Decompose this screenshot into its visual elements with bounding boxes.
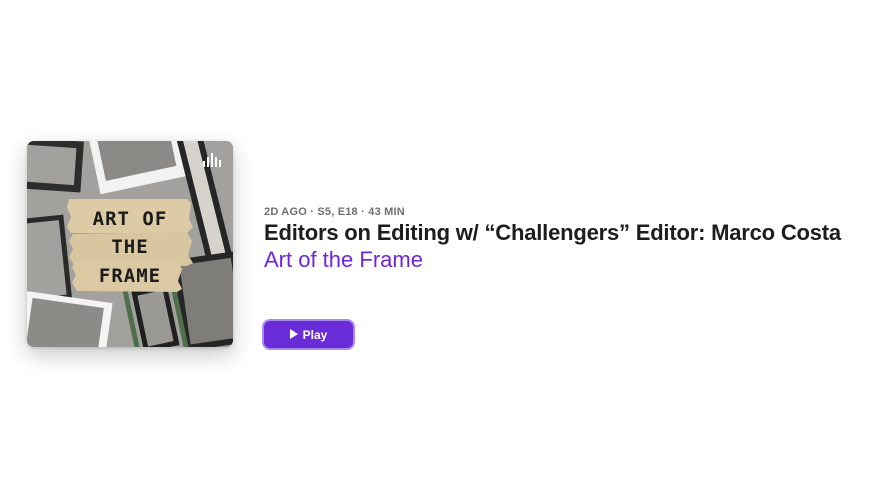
play-button-label: Play [302, 327, 328, 342]
artwork-title-line-2: THE [111, 236, 148, 258]
play-icon [289, 329, 298, 339]
episode-card: ART OF THE FRAME 2D AGO · S5, E18 · 43 M… [0, 0, 883, 483]
episode-title: Editors on Editing w/ “Challengers” Edit… [264, 220, 841, 245]
artwork-title-line-3: FRAME [99, 265, 161, 287]
show-name-link[interactable]: Art of the Frame [264, 247, 423, 273]
podcast-artwork[interactable]: ART OF THE FRAME [27, 141, 233, 347]
artwork-image: ART OF THE FRAME [27, 141, 233, 347]
play-button[interactable]: Play [262, 319, 355, 350]
episode-meta: 2D AGO · S5, E18 · 43 MIN [264, 206, 405, 218]
artwork-title-line-1: ART OF [93, 208, 168, 230]
